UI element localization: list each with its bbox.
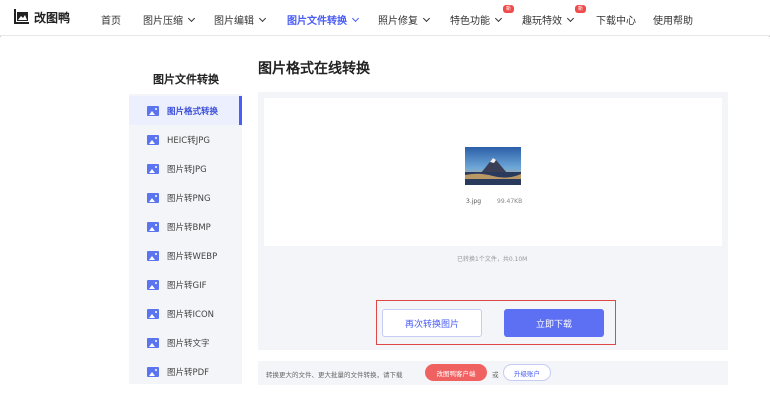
nav-home-label: 首页	[101, 16, 121, 27]
download-client-button[interactable]: 改图鸭客户端	[425, 364, 487, 381]
sidebar-title: 图片文件转换	[153, 73, 219, 86]
nav-edit-label: 图片编辑	[214, 16, 254, 27]
brand-logo[interactable]: 改图鸭	[11, 8, 70, 27]
sidebar-item-label: 图片转WEBP	[167, 251, 218, 262]
nav-file-convert-label: 图片文件转换	[287, 16, 347, 27]
image-icon	[147, 134, 159, 145]
nav-compress[interactable]: 图片压缩	[143, 12, 196, 27]
nav-photo-repair-label: 照片修复	[378, 16, 418, 27]
bottom-promo-text: 转换更大的文件、更大批量的文件转换，请下载	[266, 371, 403, 379]
sidebar-item-label: 图片转GIF	[167, 280, 207, 291]
sidebar-item-to-text[interactable]: 图片转文字	[129, 328, 242, 357]
sidebar-item-label: 图片转文字	[167, 338, 210, 349]
sidebar-item-to-jpg[interactable]: 图片转JPG	[129, 154, 242, 183]
sidebar: 图片格式转换 HEIC转JPG 图片转JPG 图片转PNG 图片转BMP 图片转…	[129, 94, 242, 384]
sidebar-item-label: HEIC转JPG	[167, 135, 210, 146]
sidebar-item-to-gif[interactable]: 图片转GIF	[129, 270, 242, 299]
convert-summary: 已转换1个文件，共0.10M	[457, 256, 528, 263]
sidebar-item-to-webp[interactable]: 图片转WEBP	[129, 241, 242, 270]
image-icon	[147, 250, 159, 261]
nav-help[interactable]: 使用帮助	[653, 12, 693, 27]
nav-photo-repair[interactable]: 照片修复	[378, 12, 431, 27]
sidebar-item-to-png[interactable]: 图片转PNG	[129, 183, 242, 212]
chevron-down-icon	[258, 14, 267, 22]
nav-download-center[interactable]: 下载中心	[596, 12, 636, 27]
sidebar-item-label: 图片转PNG	[167, 193, 211, 204]
file-size: 99.47KB	[497, 198, 523, 205]
sidebar-item-to-pdf[interactable]: 图片转PDF	[129, 357, 242, 386]
image-icon	[147, 279, 159, 290]
nav-fun-effects-label: 趣玩特效	[522, 16, 562, 27]
nav-download-center-label: 下载中心	[596, 16, 636, 27]
image-icon	[147, 308, 159, 319]
sidebar-item-label: 图片转JPG	[167, 164, 207, 175]
page-title: 图片格式在线转换	[258, 61, 370, 77]
sidebar-item-label: 图片转BMP	[167, 222, 211, 233]
sidebar-item-heic-to-jpg[interactable]: HEIC转JPG	[129, 125, 242, 154]
chevron-down-icon	[494, 14, 503, 22]
image-icon	[147, 163, 159, 174]
image-icon	[147, 221, 159, 232]
image-icon	[147, 337, 159, 348]
nav-help-label: 使用帮助	[653, 16, 693, 27]
chevron-down-icon	[422, 14, 431, 22]
file-name: 3.jpg	[466, 198, 482, 205]
file-thumbnail[interactable]	[465, 147, 521, 185]
nav-home[interactable]: 首页	[101, 12, 121, 27]
top-navigation: 改图鸭 首页 图片压缩 图片编辑 图片文件转换 照片修复 特色功能 新 趣玩特效…	[0, 0, 770, 36]
image-icon	[147, 105, 159, 116]
convert-again-button[interactable]: 再次转换图片	[382, 309, 482, 337]
sidebar-item-to-icon[interactable]: 图片转ICON	[129, 299, 242, 328]
sidebar-item-format-convert[interactable]: 图片格式转换	[129, 96, 242, 125]
new-badge: 新	[575, 5, 587, 13]
nav-compress-label: 图片压缩	[143, 16, 183, 27]
new-badge: 新	[503, 5, 515, 13]
or-text: 或	[492, 371, 499, 379]
chevron-down-icon	[351, 14, 360, 22]
image-icon	[147, 192, 159, 203]
sidebar-item-to-bmp[interactable]: 图片转BMP	[129, 212, 242, 241]
image-icon	[147, 366, 159, 377]
nav-fun-effects[interactable]: 趣玩特效 新	[522, 5, 587, 27]
upgrade-account-button[interactable]: 升级账户	[503, 364, 551, 381]
nav-features[interactable]: 特色功能 新	[450, 5, 515, 27]
nav-edit[interactable]: 图片编辑	[214, 12, 267, 27]
sidebar-item-label: 图片格式转换	[167, 106, 219, 117]
brand-name: 改图鸭	[34, 11, 71, 25]
image-frame-icon	[11, 8, 30, 27]
nav-features-label: 特色功能	[450, 16, 490, 27]
nav-file-convert[interactable]: 图片文件转换	[287, 12, 360, 27]
chevron-down-icon	[566, 14, 575, 22]
chevron-down-icon	[187, 14, 196, 22]
sidebar-item-label: 图片转PDF	[167, 367, 210, 378]
download-now-button[interactable]: 立即下载	[504, 309, 604, 337]
sidebar-item-label: 图片转ICON	[167, 309, 214, 320]
